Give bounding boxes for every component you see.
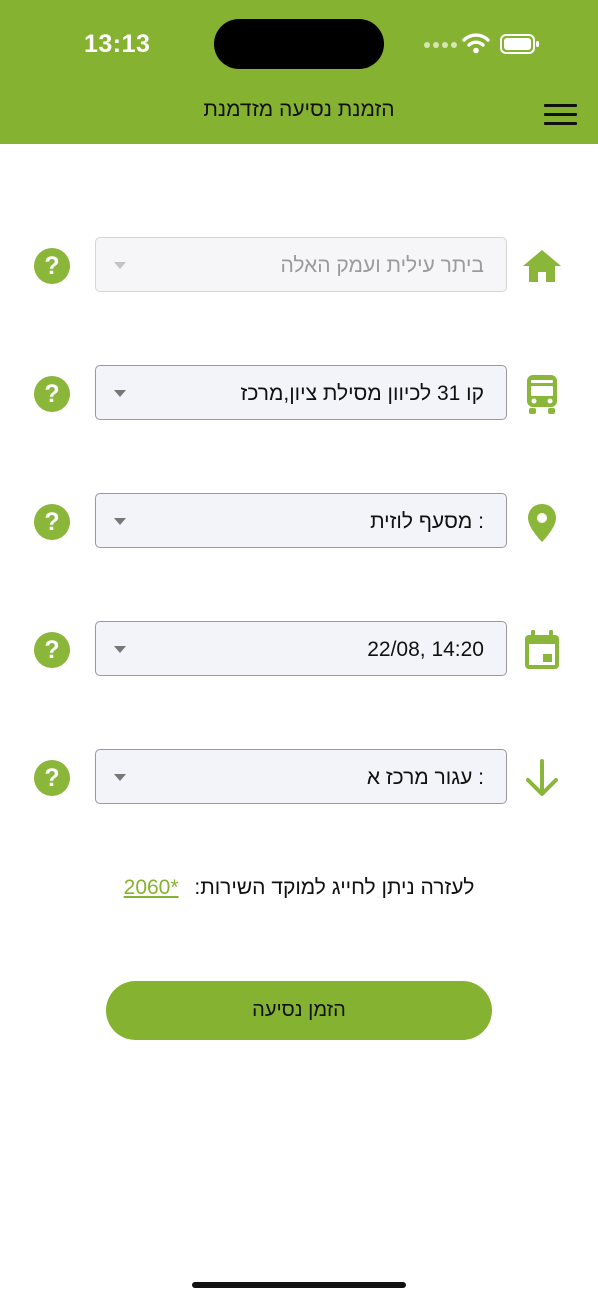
help-text: לעזרה ניתן לחייג למוקד השירות:	[194, 876, 475, 899]
order-ride-button[interactable]: הזמן נסיעה	[106, 981, 492, 1040]
help-icon[interactable]: ?	[34, 376, 70, 412]
header-bar: 13:13 הזמנת נסיעה מזדמנת	[0, 0, 598, 144]
region-value: ביתר עילית ועמק האלה	[280, 254, 484, 277]
help-icon[interactable]: ?	[34, 760, 70, 796]
destination-value: : עגור מרכז א	[366, 766, 484, 789]
wifi-icon	[462, 33, 490, 54]
line-select[interactable]: קו 31 לכיוון מסילת ציון,מרכז	[95, 365, 507, 420]
home-indicator	[192, 1282, 406, 1288]
chevron-down-icon	[114, 774, 126, 781]
dynamic-island	[214, 19, 384, 69]
chevron-down-icon	[114, 518, 126, 525]
battery-icon	[500, 34, 539, 54]
origin-value: : מסעף לוזית	[370, 510, 484, 533]
arrow-down-icon	[526, 759, 558, 796]
service-phone-link[interactable]: 2060*	[124, 876, 179, 899]
help-icon[interactable]: ?	[34, 248, 70, 284]
signal-icon	[424, 42, 457, 48]
help-line: לעזרה ניתן לחייג למוקד השירות: 2060*	[0, 876, 598, 900]
status-time: 13:13	[84, 30, 151, 58]
datetime-value: 22/08, 14:20	[367, 638, 484, 661]
calendar-icon	[525, 630, 559, 669]
origin-select[interactable]: : מסעף לוזית	[95, 493, 507, 548]
datetime-select[interactable]: 22/08, 14:20	[95, 621, 507, 676]
chevron-down-icon	[114, 646, 126, 653]
hamburger-menu-icon[interactable]	[544, 104, 578, 126]
bus-icon	[527, 375, 557, 414]
region-select: ביתר עילית ועמק האלה	[95, 237, 507, 292]
destination-select[interactable]: : עגור מרכז א	[95, 749, 507, 804]
line-value: קו 31 לכיוון מסילת ציון,מרכז	[240, 382, 484, 405]
location-pin-icon	[528, 504, 556, 542]
help-icon[interactable]: ?	[34, 632, 70, 668]
page-title: הזמנת נסיעה מזדמנת	[203, 98, 395, 121]
home-icon	[523, 250, 561, 282]
chevron-down-icon	[114, 390, 126, 397]
chevron-down-icon	[114, 262, 126, 269]
help-icon[interactable]: ?	[34, 504, 70, 540]
